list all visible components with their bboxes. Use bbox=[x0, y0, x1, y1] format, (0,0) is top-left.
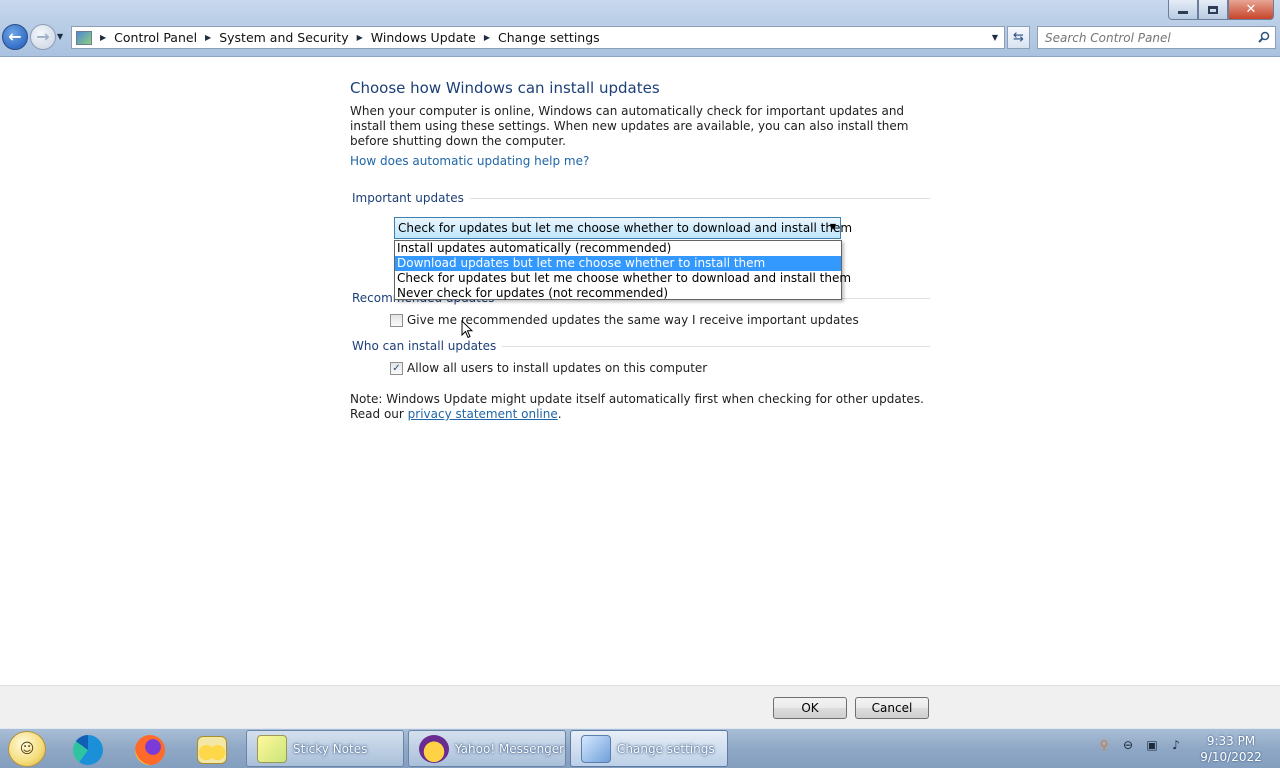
intro-text: When your computer is online, Windows ca… bbox=[350, 104, 909, 148]
important-updates-options-list: Install updates automatically (recommend… bbox=[394, 240, 851, 301]
firefox-pinned-button[interactable] bbox=[124, 732, 176, 768]
option-download-let-me-choose[interactable]: Download updates but let me choose wheth… bbox=[395, 256, 841, 271]
clock-date: 9/10/2022 bbox=[1200, 750, 1262, 764]
recommended-updates-checkbox[interactable] bbox=[390, 313, 403, 327]
important-updates-section: Important updates bbox=[352, 191, 930, 205]
refresh-button[interactable]: ⇆ bbox=[1007, 26, 1030, 49]
note-end: . bbox=[557, 407, 562, 421]
task-label: Change settings bbox=[617, 741, 715, 756]
breadcrumb-separator-icon[interactable]: ▶ bbox=[205, 33, 211, 42]
taskbar: ☺ Sticky Notes Yahoo! Messenger Change s… bbox=[0, 728, 1280, 768]
clock[interactable]: 9:33 PM 9/10/2022 bbox=[1196, 733, 1266, 765]
edge-pinned-button[interactable] bbox=[62, 732, 114, 768]
firefox-icon bbox=[135, 735, 165, 765]
search-icon[interactable] bbox=[1258, 31, 1270, 43]
restore-icon bbox=[1208, 5, 1218, 14]
start-button[interactable]: ☺ bbox=[8, 731, 46, 767]
divider bbox=[469, 197, 930, 199]
address-history-dropdown-icon[interactable]: ▼ bbox=[992, 33, 998, 42]
allow-all-users-row[interactable]: ✓ Allow all users to install updates on … bbox=[390, 361, 707, 375]
important-updates-title: Important updates bbox=[352, 191, 464, 205]
minimize-icon bbox=[1178, 10, 1188, 14]
ok-button[interactable]: OK bbox=[773, 697, 847, 719]
allow-all-users-checkbox[interactable]: ✓ bbox=[390, 361, 403, 375]
forward-arrow-icon: → bbox=[36, 26, 50, 46]
messenger-tray-icon[interactable]: ⊖ bbox=[1120, 737, 1136, 753]
option-check-let-me-choose[interactable]: Check for updates but let me choose whet… bbox=[395, 271, 851, 286]
search-box[interactable] bbox=[1037, 26, 1276, 49]
who-can-install-title: Who can install updates bbox=[352, 339, 497, 353]
clock-time: 9:33 PM bbox=[1206, 734, 1256, 748]
taskbar-item-change-settings[interactable]: Change settings bbox=[570, 730, 728, 767]
refresh-icon: ⇆ bbox=[1013, 30, 1024, 45]
minimize-button[interactable] bbox=[1168, 0, 1198, 20]
control-panel-icon bbox=[76, 30, 92, 45]
back-button[interactable]: ← bbox=[2, 24, 28, 50]
option-never-check[interactable]: Never check for updates (not recommended… bbox=[395, 286, 841, 301]
breadcrumb-control-panel[interactable]: Control Panel bbox=[114, 30, 197, 45]
chevron-down-icon: ▼ bbox=[829, 222, 836, 231]
privacy-note: Note: Windows Update might update itself… bbox=[350, 392, 925, 422]
task-label: Sticky Notes bbox=[293, 741, 368, 756]
breadcrumb-separator-icon[interactable]: ▶ bbox=[100, 33, 106, 42]
control-panel-icon bbox=[581, 734, 611, 763]
recent-pages-dropdown-icon[interactable]: ▼ bbox=[57, 32, 63, 41]
page-title: Choose how Windows can install updates bbox=[350, 79, 660, 97]
window-controls: ✕ bbox=[1168, 0, 1274, 20]
taskbar-item-sticky-notes[interactable]: Sticky Notes bbox=[246, 730, 404, 767]
mouse-cursor-icon bbox=[461, 320, 473, 339]
privacy-statement-link[interactable]: privacy statement online bbox=[408, 407, 558, 421]
back-arrow-icon: ← bbox=[8, 26, 22, 46]
dropdown-selected-value: Check for updates but let me choose whet… bbox=[398, 221, 853, 235]
breadcrumb-system-and-security[interactable]: System and Security bbox=[219, 30, 348, 45]
edge-browser-icon bbox=[73, 735, 103, 765]
yahoo-messenger-icon bbox=[419, 734, 449, 763]
search-input[interactable] bbox=[1045, 30, 1255, 45]
dialog-button-bar: OK Cancel bbox=[0, 685, 1280, 728]
volume-icon[interactable]: ♪ bbox=[1168, 737, 1184, 753]
cancel-button[interactable]: Cancel bbox=[855, 697, 929, 719]
divider bbox=[502, 345, 930, 347]
close-icon: ✕ bbox=[1245, 2, 1257, 17]
option-install-automatically[interactable]: Install updates automatically (recommend… bbox=[395, 241, 841, 256]
breadcrumb-separator-icon[interactable]: ▶ bbox=[357, 33, 363, 42]
breadcrumb-separator-icon[interactable]: ▶ bbox=[484, 33, 490, 42]
close-button[interactable]: ✕ bbox=[1228, 0, 1274, 20]
checkmark-icon: ✓ bbox=[392, 362, 401, 374]
contacts-pinned-button[interactable] bbox=[186, 732, 238, 768]
start-smiley-icon: ☺ bbox=[19, 741, 35, 757]
address-bar[interactable]: ▶ Control Panel ▶ System and Security ▶ … bbox=[71, 26, 1005, 49]
breadcrumb-windows-update[interactable]: Windows Update bbox=[371, 30, 476, 45]
taskbar-item-yahoo-messenger[interactable]: Yahoo! Messenger bbox=[408, 730, 566, 767]
search-tray-icon[interactable]: ⚲ bbox=[1096, 737, 1112, 753]
network-icon[interactable]: ▣ bbox=[1144, 737, 1160, 753]
allow-all-users-label[interactable]: Allow all users to install updates on th… bbox=[407, 361, 707, 375]
settings-content: Choose how Windows can install updates W… bbox=[0, 58, 1280, 685]
forward-button[interactable]: → bbox=[30, 24, 56, 50]
task-label: Yahoo! Messenger bbox=[455, 741, 565, 756]
explorer-chrome: ✕ ← → ▼ ▶ Control Panel ▶ System and Sec… bbox=[0, 0, 1280, 57]
sticky-notes-icon bbox=[257, 734, 287, 763]
restore-button[interactable] bbox=[1198, 0, 1228, 20]
who-can-install-section: Who can install updates bbox=[352, 339, 930, 353]
recommended-updates-label[interactable]: Give me recommended updates the same way… bbox=[407, 313, 859, 327]
breadcrumb-change-settings[interactable]: Change settings bbox=[498, 30, 600, 45]
system-tray: ⚲ ⊖ ▣ ♪ bbox=[1096, 737, 1192, 753]
help-link[interactable]: How does automatic updating help me? bbox=[350, 154, 589, 168]
contacts-folder-icon bbox=[197, 736, 227, 764]
important-updates-dropdown[interactable]: Check for updates but let me choose whet… bbox=[394, 217, 852, 239]
